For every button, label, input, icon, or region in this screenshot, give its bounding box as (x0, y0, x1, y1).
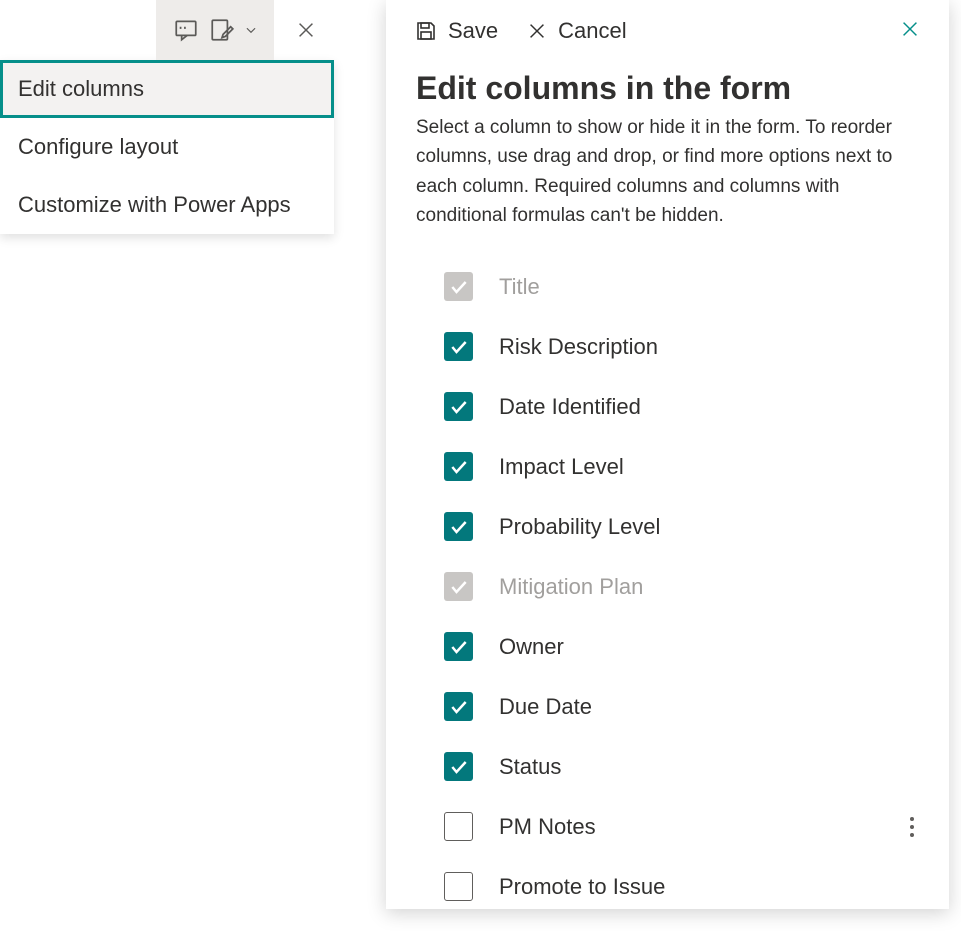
column-item[interactable]: PM Notes (444, 797, 919, 857)
chevron-down-icon[interactable] (240, 12, 262, 48)
column-checkbox[interactable] (444, 632, 473, 661)
column-item[interactable]: Promote to Issue (444, 857, 919, 917)
column-item[interactable]: Risk Description (444, 317, 919, 377)
dropdown-menu: Edit columns Configure layout Customize … (0, 60, 334, 234)
column-item[interactable]: Mitigation Plan (444, 557, 919, 617)
column-label: PM Notes (499, 814, 596, 840)
cancel-button[interactable]: Cancel (526, 18, 626, 44)
menu-item-label: Configure layout (18, 134, 178, 159)
panel-description: Select a column to show or hide it in th… (416, 113, 919, 231)
panel-header: Save Cancel (386, 0, 949, 58)
more-options-button[interactable] (909, 811, 915, 843)
save-label: Save (448, 18, 498, 44)
column-label: Probability Level (499, 514, 660, 540)
column-checkbox[interactable] (444, 752, 473, 781)
panel-title: Edit columns in the form (416, 70, 919, 107)
column-checkbox (444, 572, 473, 601)
column-item[interactable]: Owner (444, 617, 919, 677)
close-panel-button[interactable] (899, 18, 921, 45)
column-item[interactable]: Title (444, 257, 919, 317)
column-label: Owner (499, 634, 564, 660)
column-label: Title (499, 274, 540, 300)
column-checkbox[interactable] (444, 332, 473, 361)
close-icon (899, 18, 921, 40)
column-checkbox[interactable] (444, 812, 473, 841)
cancel-icon (526, 20, 548, 42)
comment-icon (168, 12, 204, 48)
dropdown-toolbar (0, 0, 334, 60)
edit-form-split-button[interactable] (156, 0, 274, 60)
column-list: Title Risk Description Date Identified Impa… (416, 257, 919, 917)
menu-item-customize-power-apps[interactable]: Customize with Power Apps (0, 176, 334, 234)
column-label: Mitigation Plan (499, 574, 643, 600)
panel-body: Edit columns in the form Select a column… (386, 58, 949, 917)
column-item[interactable]: Due Date (444, 677, 919, 737)
column-item[interactable]: Date Identified (444, 377, 919, 437)
save-icon (414, 19, 438, 43)
form-settings-dropdown: Edit columns Configure layout Customize … (0, 0, 334, 234)
column-item[interactable]: Status (444, 737, 919, 797)
column-checkbox[interactable] (444, 872, 473, 901)
column-checkbox (444, 272, 473, 301)
column-label: Status (499, 754, 561, 780)
column-checkbox[interactable] (444, 452, 473, 481)
column-checkbox[interactable] (444, 512, 473, 541)
column-label: Due Date (499, 694, 592, 720)
column-label: Promote to Issue (499, 874, 665, 900)
save-button[interactable]: Save (414, 18, 498, 44)
close-dropdown-button[interactable] (284, 12, 328, 48)
column-checkbox[interactable] (444, 692, 473, 721)
column-checkbox[interactable] (444, 392, 473, 421)
column-label: Risk Description (499, 334, 658, 360)
edit-columns-panel: Save Cancel Edit columns in the form Sel… (386, 0, 949, 909)
menu-item-edit-columns[interactable]: Edit columns (0, 60, 334, 118)
menu-item-label: Edit columns (18, 76, 144, 101)
column-item[interactable]: Probability Level (444, 497, 919, 557)
column-label: Impact Level (499, 454, 624, 480)
edit-form-icon (204, 12, 240, 48)
cancel-label: Cancel (558, 18, 626, 44)
menu-item-label: Customize with Power Apps (18, 192, 291, 217)
menu-item-configure-layout[interactable]: Configure layout (0, 118, 334, 176)
column-label: Date Identified (499, 394, 641, 420)
column-item[interactable]: Impact Level (444, 437, 919, 497)
